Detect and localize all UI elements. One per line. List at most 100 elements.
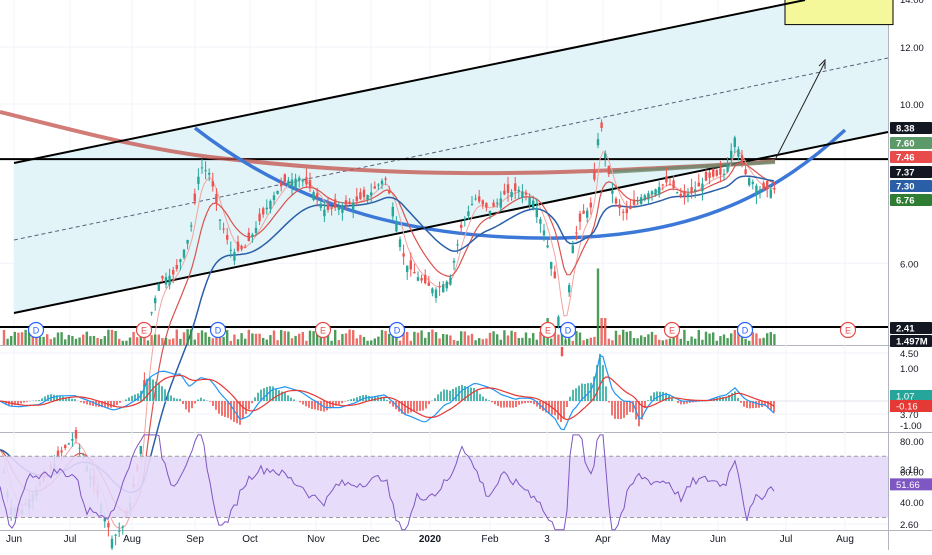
macd-histogram-bar (773, 401, 775, 412)
macd-histogram-bar (740, 401, 742, 403)
macd-histogram-bar (650, 396, 652, 401)
candle-body (525, 193, 527, 195)
candle-body (176, 265, 178, 269)
macd-histogram-bar (83, 401, 85, 403)
candle-body (590, 203, 592, 208)
macd-histogram-bar (302, 401, 304, 404)
volume-bar (68, 335, 70, 345)
macd-histogram-bar (506, 401, 508, 407)
volume-bar (449, 335, 451, 345)
candle-body (359, 192, 361, 199)
macd-histogram-bar (158, 383, 160, 401)
event-marker-d[interactable]: D (29, 323, 44, 338)
volume-bar (420, 330, 422, 345)
volume-bar (14, 332, 16, 345)
candle-body (208, 173, 210, 175)
event-label: D (33, 326, 40, 336)
event-marker-d[interactable]: D (561, 323, 576, 338)
macd-histogram-bar (455, 387, 457, 401)
time-label: 3 (544, 534, 550, 545)
candle-body (752, 182, 754, 184)
event-label: E (845, 326, 851, 336)
macd-tick-label: -1.00 (900, 421, 922, 432)
macd-histogram-bar (629, 401, 631, 412)
time-label: Aug (836, 534, 854, 545)
macd-histogram-bar (197, 400, 199, 401)
volume-bar (633, 338, 635, 345)
macd-histogram-bar (314, 401, 316, 409)
macd-histogram-bar (755, 401, 757, 408)
candle-body (467, 211, 469, 216)
event-marker-e[interactable]: E (541, 323, 556, 338)
macd-histogram-bar (425, 401, 427, 409)
candle-body (60, 451, 62, 453)
volume-bar (57, 332, 59, 345)
candle-body (399, 239, 401, 247)
candle-body (219, 220, 221, 221)
macd-histogram-bar (80, 401, 82, 402)
macd-histogram-bar (602, 365, 604, 401)
trading-chart[interactable]: DEDEDEDEDE 18.0014.0012.0010.006.004.503… (0, 0, 932, 550)
event-marker-e[interactable]: E (665, 323, 680, 338)
volume-bar (384, 331, 386, 345)
macd-histogram-bar (554, 401, 556, 415)
candle-body (528, 198, 530, 206)
volume-bar (269, 335, 271, 345)
volume-bar (532, 333, 534, 345)
time-label: Aug (123, 534, 141, 545)
volume-bar (294, 336, 296, 345)
candle-body (640, 197, 642, 204)
last-value-badge: 7.60 (890, 137, 932, 150)
candle-body (111, 539, 113, 548)
event-marker-e[interactable]: E (137, 323, 152, 338)
volume-bar (64, 339, 66, 345)
last-value-badge: 7.46 (890, 151, 932, 164)
candle-body (366, 195, 368, 200)
event-marker-d[interactable]: D (390, 323, 405, 338)
volume-bar (338, 340, 340, 345)
event-label: E (669, 326, 675, 336)
macd-histogram-bar (224, 401, 226, 417)
event-marker-d[interactable]: D (211, 323, 226, 338)
candle-body (212, 181, 214, 186)
volume-bar (413, 332, 415, 345)
volume-bar (183, 332, 185, 345)
volume-bar (478, 338, 480, 345)
candle-body (428, 282, 430, 285)
macd-histogram-bar (620, 401, 622, 419)
volume-bar (233, 334, 235, 345)
candle-body (345, 200, 347, 205)
time-label: Sep (186, 534, 204, 545)
candle-body (381, 181, 383, 185)
candle-body (608, 166, 610, 174)
time-label: Jul (780, 534, 793, 545)
rsi-pane (0, 435, 888, 530)
candle-body (644, 195, 646, 200)
macd-histogram-bar (119, 401, 121, 403)
event-marker-e[interactable]: E (316, 323, 331, 338)
candle-body (503, 191, 505, 195)
volume-bar (24, 330, 26, 345)
volume-bar (82, 335, 84, 345)
macd-histogram-bar (251, 401, 253, 403)
time-label: Dec (362, 534, 380, 545)
volume-bar (46, 334, 48, 345)
candle-body (514, 183, 516, 191)
volume-bar (582, 340, 584, 345)
candle-body (701, 184, 703, 192)
macd-histogram-bar (179, 399, 181, 401)
macd-histogram-bar (428, 401, 430, 404)
macd-histogram-bar (647, 400, 649, 401)
candle-body (442, 284, 444, 292)
event-marker-e[interactable]: E (841, 323, 856, 338)
event-marker-d[interactable]: D (738, 323, 753, 338)
macd-histogram-bar (608, 401, 610, 402)
candle-body (546, 245, 548, 247)
volume-bar (255, 334, 257, 345)
time-axis[interactable]: JunJulAugSepOctNovDec2020Feb3AprMayJunJu… (6, 534, 854, 545)
macd-histogram-bar (221, 401, 223, 416)
macd-histogram-bar (170, 396, 172, 401)
price-axis[interactable]: 18.0014.0012.0010.006.004.503.703.102.60… (900, 0, 924, 531)
macd-histogram-bar (116, 401, 118, 405)
macd-histogram-bar (338, 401, 340, 405)
